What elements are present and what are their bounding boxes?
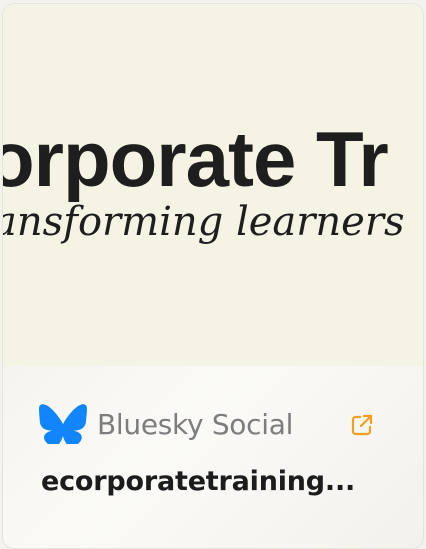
- card-footer: Bluesky Social ecorporatetraining...: [3, 366, 423, 548]
- external-link-icon[interactable]: [349, 412, 375, 438]
- link-title[interactable]: ecorporatetraining...: [41, 466, 371, 497]
- link-preview-card[interactable]: orporate Tr ansforming learners Bluesky …: [2, 3, 424, 549]
- preview-image-heading: orporate Tr: [3, 115, 389, 203]
- preview-image-tagline: ansforming learners: [3, 199, 405, 245]
- preview-image: orporate Tr ansforming learners: [3, 4, 423, 366]
- source-name: Bluesky Social: [97, 407, 294, 441]
- source-row: Bluesky Social: [39, 404, 379, 444]
- butterfly-icon: [39, 404, 87, 444]
